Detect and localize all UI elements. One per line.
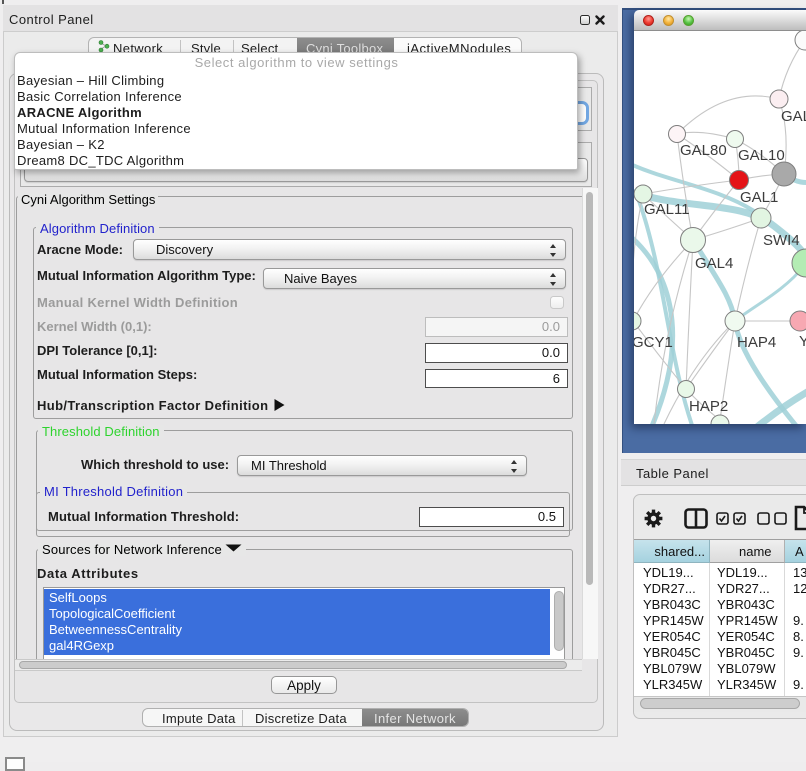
svg-text:GCY1: GCY1 — [634, 334, 673, 351]
svg-text:GAL2: GAL2 — [781, 108, 806, 125]
svg-text:GAL10: GAL10 — [738, 147, 785, 164]
svg-text:SWI4: SWI4 — [763, 232, 800, 249]
svg-text:HAP2: HAP2 — [689, 398, 728, 415]
svg-text:GAL4: GAL4 — [695, 255, 733, 272]
svg-text:Y: Y — [799, 333, 806, 350]
svg-text:GAL80: GAL80 — [680, 142, 727, 159]
svg-text:HAP4: HAP4 — [737, 334, 776, 351]
svg-text:GAL11: GAL11 — [644, 201, 690, 218]
svg-text:GAL1: GAL1 — [740, 189, 778, 206]
